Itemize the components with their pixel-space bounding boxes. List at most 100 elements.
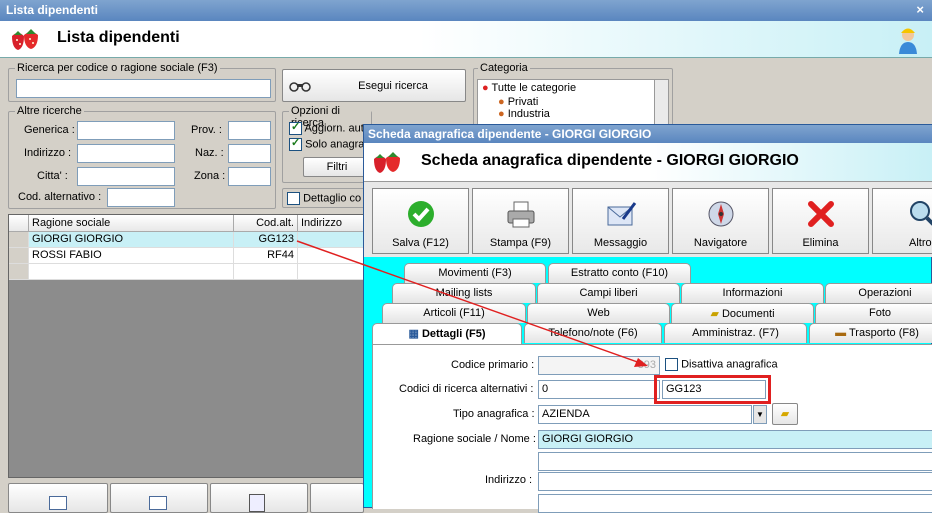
- codalt-input[interactable]: [107, 188, 175, 207]
- codici-alt-label: Codici di ricerca alternativi :: [399, 383, 534, 395]
- disattiva-checkbox[interactable]: [665, 358, 678, 371]
- citta-input[interactable]: [77, 167, 175, 186]
- window-titlebar: Lista dipendenti: [0, 0, 932, 21]
- codice-primario-input[interactable]: 393: [538, 356, 660, 375]
- cell-code: [234, 264, 298, 280]
- generica-input[interactable]: [77, 121, 175, 140]
- category-group: Categoria ● Tutte le categorie ● Privati…: [473, 62, 673, 128]
- row-indicator-header: [9, 215, 29, 232]
- other-button[interactable]: Altro: [872, 188, 932, 254]
- bottom-button-3[interactable]: [210, 483, 308, 513]
- other-search-group: Altre ricerche Generica : Indirizzo : Ci…: [8, 105, 276, 209]
- category-item[interactable]: ● Privati: [478, 96, 656, 108]
- cell-name: ROSSI FABIO: [29, 248, 234, 264]
- delete-label: Elimina: [802, 237, 839, 249]
- prov-label: Prov. :: [191, 124, 222, 136]
- save-label: Salva (F12): [392, 237, 449, 249]
- citta-label: Citta' :: [37, 170, 68, 182]
- scheda-header: Scheda anagrafica dipendente - GIORGI GI…: [364, 143, 932, 181]
- scheda-header-title: Scheda anagrafica dipendente - GIORGI GI…: [421, 152, 799, 169]
- indirizzo-input-2[interactable]: [538, 494, 932, 513]
- col-header-indirizzo[interactable]: Indirizzo: [298, 215, 364, 232]
- strawberry-logo-icon: [374, 152, 400, 173]
- category-item[interactable]: ● Tutte le categorie: [478, 80, 656, 96]
- folder-icon: ▰: [780, 408, 790, 420]
- folder-button[interactable]: ▰: [772, 403, 798, 425]
- bottom-button-1[interactable]: [8, 483, 108, 513]
- naz-input[interactable]: [228, 144, 271, 163]
- filtri-button[interactable]: Filtri: [303, 157, 371, 177]
- cell-code: RF44: [234, 248, 298, 264]
- tab-estratto-conto[interactable]: Estratto conto (F10): [548, 263, 691, 283]
- zona-label: Zona :: [194, 170, 226, 182]
- dettaglio-checkbox[interactable]: [287, 192, 300, 205]
- cell-address: [298, 264, 364, 280]
- other-label: Altro: [909, 237, 932, 249]
- category-scrollbar[interactable]: [654, 79, 669, 125]
- tab-trasporto-label: Trasporto (F8): [848, 327, 919, 339]
- tipo-value: AZIENDA: [542, 408, 590, 420]
- tab-operazioni[interactable]: Operazioni: [825, 283, 932, 303]
- scheda-toolbar: Salva (F12) Stampa (F9) Messaggio Naviga…: [364, 181, 932, 257]
- tab-amministraz[interactable]: Amministraz. (F7): [664, 323, 807, 343]
- navigator-button[interactable]: Navigatore: [672, 188, 769, 254]
- generica-label: Generica :: [24, 124, 75, 136]
- tipo-select[interactable]: AZIENDA: [538, 405, 752, 424]
- tab-movimenti[interactable]: Movimenti (F3): [404, 263, 546, 283]
- tab-informazioni[interactable]: Informazioni: [681, 283, 824, 303]
- tab-dettagli[interactable]: ▦ Dettagli (F5): [372, 323, 522, 345]
- scheda-window: Scheda anagrafica dipendente - GIORGI GI…: [363, 124, 932, 513]
- message-button[interactable]: Messaggio: [572, 188, 669, 254]
- user-worker-icon[interactable]: [896, 24, 920, 54]
- tab-campi-liberi[interactable]: Campi liberi: [537, 283, 680, 303]
- disattiva-label: Disattiva anagrafica: [681, 358, 778, 371]
- category-item[interactable]: ● Industria: [478, 108, 656, 120]
- tab-articoli[interactable]: Articoli (F11): [382, 303, 526, 323]
- close-icon[interactable]: ×: [916, 2, 924, 17]
- ragione-input-2[interactable]: [538, 452, 932, 471]
- codalt-label: Cod. alternativo :: [18, 191, 102, 203]
- print-button[interactable]: Stampa (F9): [472, 188, 569, 254]
- solo-checkbox[interactable]: [289, 136, 302, 151]
- col-header-ragione[interactable]: Ragione sociale: [29, 215, 234, 232]
- tipo-label: Tipo anagrafica :: [453, 408, 535, 420]
- tab-mailing-lists[interactable]: Mailing lists: [392, 283, 536, 303]
- cell-address: [298, 232, 364, 248]
- message-label: Messaggio: [593, 237, 648, 249]
- indirizzo-input[interactable]: [77, 144, 175, 163]
- bottom-button-4[interactable]: [310, 483, 364, 513]
- delete-x-icon: [807, 201, 834, 227]
- category-tree[interactable]: ● Tutte le categorie ● Privati ● Industr…: [477, 79, 657, 125]
- col-header-codalt[interactable]: Cod.alt.: [234, 215, 298, 232]
- tab-documenti-label: Documenti: [721, 308, 775, 320]
- tab-web[interactable]: Web: [527, 303, 670, 323]
- tab-foto[interactable]: Foto: [815, 303, 932, 323]
- window-title: Lista dipendenti: [6, 3, 99, 17]
- zona-input[interactable]: [228, 167, 271, 186]
- codice-primario-label: Codice primario :: [451, 359, 535, 371]
- search-input[interactable]: [16, 79, 271, 98]
- chevron-down-icon[interactable]: ▼: [753, 405, 767, 424]
- run-search-label: Esegui ricerca: [358, 80, 428, 92]
- category-item-label: Industria: [507, 108, 550, 120]
- codice-alt2-input[interactable]: GG123: [662, 380, 766, 399]
- aggiorn-checkbox[interactable]: [289, 120, 302, 135]
- scheda-titlebar: Scheda anagrafica dipendente - GIORGI GI…: [364, 125, 932, 143]
- prov-input[interactable]: [228, 121, 271, 140]
- indirizzo-input[interactable]: [538, 472, 932, 491]
- cell-name: GIORGI GIORGIO: [29, 232, 234, 248]
- codice-alt1-input[interactable]: 0: [538, 380, 660, 399]
- category-label: Categoria: [478, 62, 530, 74]
- bottom-button-2[interactable]: [110, 483, 208, 513]
- tab-trasporto[interactable]: ▬ Trasporto (F8): [809, 323, 932, 343]
- tab-documenti[interactable]: ▰ Documenti: [671, 303, 814, 323]
- ragione-input[interactable]: GIORGI GIORGIO: [538, 430, 932, 449]
- row-indicator: [9, 248, 29, 264]
- tab-telefono-note[interactable]: Telefono/note (F6): [524, 323, 662, 343]
- category-item-label: Tutte le categorie: [491, 82, 577, 94]
- run-search-button[interactable]: Esegui ricerca: [282, 69, 466, 102]
- delete-button[interactable]: Elimina: [772, 188, 869, 254]
- employee-grid: Ragione sociale Cod.alt. Indirizzo GIORG…: [8, 214, 364, 478]
- page-title: Lista dipendenti: [57, 29, 180, 46]
- save-button[interactable]: Salva (F12): [372, 188, 469, 254]
